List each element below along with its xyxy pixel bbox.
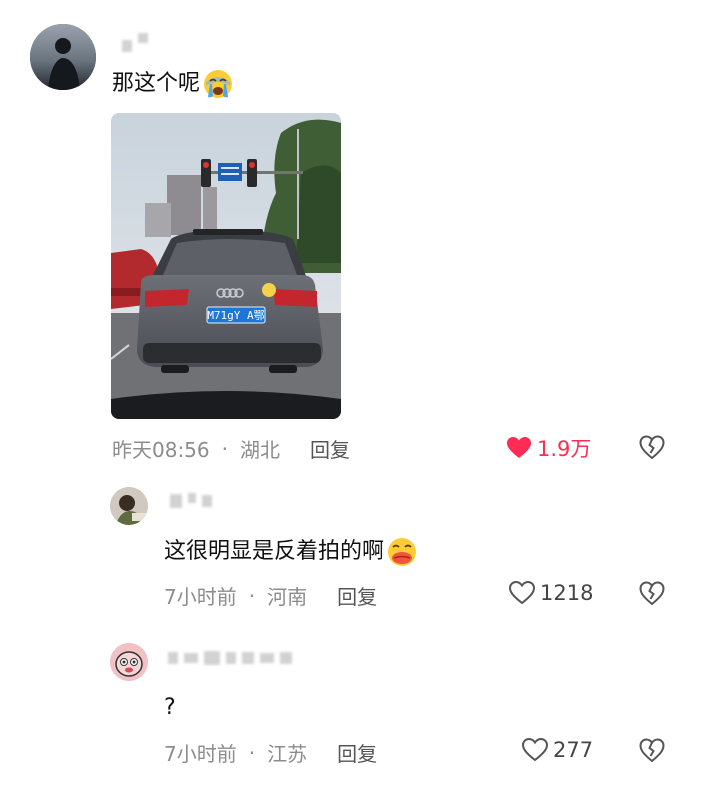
broken-heart-icon bbox=[639, 581, 665, 606]
dislike-button[interactable] bbox=[639, 738, 665, 764]
username-blurred[interactable] bbox=[168, 651, 292, 665]
license-plate-text: M71gY A鄂 bbox=[207, 309, 264, 322]
heart-outline-icon bbox=[509, 581, 535, 605]
like-button[interactable]: 1.9万 bbox=[506, 433, 591, 463]
like-button[interactable]: 1218 bbox=[509, 581, 593, 605]
avatar[interactable] bbox=[30, 24, 96, 90]
separator: · bbox=[248, 583, 256, 608]
location: 江苏 bbox=[267, 742, 308, 766]
dislike-button[interactable] bbox=[639, 581, 665, 607]
like-count: 1.9万 bbox=[537, 437, 592, 461]
avatar[interactable] bbox=[110, 487, 148, 525]
username-blurred[interactable] bbox=[170, 493, 212, 508]
timestamp: 昨天08:56 bbox=[112, 438, 210, 462]
comment-text: ? bbox=[164, 695, 176, 720]
heart-outline-icon bbox=[522, 738, 548, 762]
like-count: 1218 bbox=[540, 581, 594, 605]
avatar[interactable] bbox=[110, 643, 148, 681]
comment-meta: 7小时前 · 江苏 回复 bbox=[164, 738, 377, 767]
reply-button[interactable]: 回复 bbox=[310, 434, 350, 463]
avatar-image bbox=[30, 24, 96, 90]
comment-text: 这很明显是反着拍的啊 bbox=[164, 536, 418, 568]
reply-button[interactable]: 回复 bbox=[337, 581, 377, 610]
separator: · bbox=[248, 740, 256, 765]
like-count: 277 bbox=[553, 738, 594, 762]
location: 湖北 bbox=[240, 438, 280, 462]
kissing-face-emoji bbox=[388, 538, 417, 566]
avatar-image bbox=[110, 643, 148, 681]
username-blurred[interactable] bbox=[122, 32, 148, 52]
avatar-image bbox=[110, 487, 148, 525]
dislike-button[interactable] bbox=[639, 435, 665, 461]
comment-photo[interactable]: M71gY A鄂 bbox=[111, 113, 341, 419]
comment-text: 那这个呢 bbox=[112, 68, 234, 100]
comment-meta: 7小时前 · 河南 回复 bbox=[164, 581, 377, 610]
broken-heart-icon bbox=[639, 435, 665, 460]
timestamp: 7小时前 bbox=[164, 742, 237, 766]
location: 河南 bbox=[267, 585, 308, 609]
car-rear-photo: M71gY A鄂 bbox=[111, 113, 341, 419]
broken-heart-icon bbox=[639, 738, 665, 763]
separator: · bbox=[221, 436, 228, 461]
reply-button[interactable]: 回复 bbox=[337, 738, 377, 767]
heart-filled-icon bbox=[507, 437, 531, 458]
crying-face-emoji bbox=[204, 70, 233, 98]
like-button[interactable]: 277 bbox=[522, 738, 593, 762]
timestamp: 7小时前 bbox=[164, 585, 237, 609]
comment-meta: 昨天08:56 · 湖北 回复 bbox=[112, 434, 350, 463]
